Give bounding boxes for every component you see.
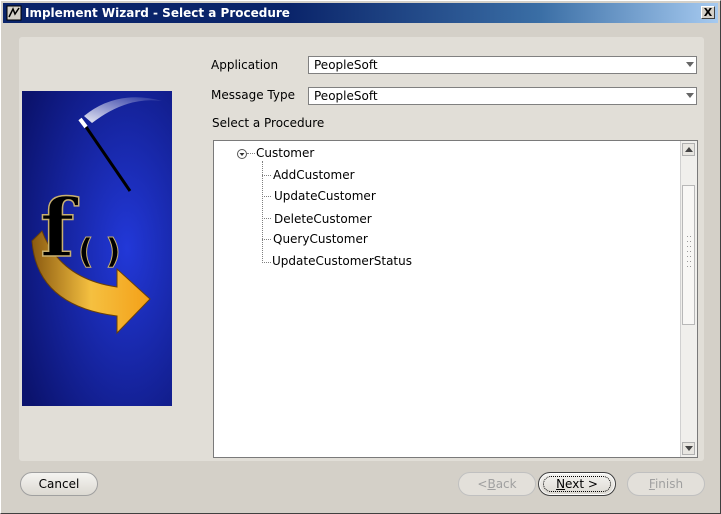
- message-type-value: PeopleSoft: [314, 89, 378, 103]
- tree-node-updatecustomer[interactable]: UpdateCustomer: [274, 189, 376, 203]
- graphic-f-glyph: f: [40, 181, 79, 275]
- finish-button[interactable]: Finish: [627, 472, 705, 496]
- back-mnemonic: B: [487, 477, 496, 491]
- tree-connector: [247, 153, 255, 154]
- back-button[interactable]: <Back: [458, 472, 536, 496]
- wizard-graphic: f ( ): [22, 91, 172, 406]
- app-icon: [6, 5, 22, 21]
- application-value: PeopleSoft: [314, 58, 378, 72]
- window-title: Implement Wizard - Select a Procedure: [25, 6, 290, 20]
- vertical-scrollbar[interactable]: [680, 141, 697, 457]
- tree-connector: [262, 218, 271, 219]
- chevron-down-icon: [686, 93, 694, 98]
- tree-node-addcustomer[interactable]: AddCustomer: [273, 168, 355, 182]
- message-type-label: Message Type: [211, 88, 295, 102]
- tree-expanded-icon[interactable]: [236, 148, 248, 160]
- tree-node-querycustomer[interactable]: QueryCustomer: [273, 232, 368, 246]
- title-bar[interactable]: Implement Wizard - Select a Procedure X: [3, 3, 718, 23]
- back-arrow-icon: <: [477, 477, 488, 491]
- back-label-rest: ack: [495, 477, 517, 491]
- tree-connector: [262, 262, 271, 263]
- message-type-select[interactable]: PeopleSoft: [308, 87, 697, 105]
- next-button[interactable]: Next >: [538, 472, 616, 496]
- tree-branch-line: [262, 161, 263, 263]
- scrollbar-thumb[interactable]: [682, 185, 695, 325]
- finish-label-rest: inish: [654, 477, 684, 491]
- application-label: Application: [211, 58, 279, 72]
- scroll-up-icon[interactable]: [682, 143, 695, 156]
- tree-node-updatecustomerstatus[interactable]: UpdateCustomerStatus: [272, 254, 412, 268]
- close-icon[interactable]: X: [701, 6, 715, 19]
- graphic-parens-glyph: ( ): [78, 232, 121, 272]
- chevron-down-icon: [686, 62, 694, 67]
- tree-connector: [262, 239, 271, 240]
- procedure-label: Select a Procedure: [212, 116, 325, 130]
- focus-ring: [543, 476, 611, 492]
- tree-node-deletecustomer[interactable]: DeleteCustomer: [274, 212, 372, 226]
- implement-wizard-window: Implement Wizard - Select a Procedure X …: [0, 0, 721, 514]
- procedure-tree[interactable]: Customer AddCustomer UpdateCustomer Dele…: [213, 140, 698, 458]
- application-select[interactable]: PeopleSoft: [308, 56, 697, 74]
- tree-node-customer[interactable]: Customer: [256, 146, 314, 160]
- tree-connector: [262, 196, 271, 197]
- cancel-button[interactable]: Cancel: [20, 472, 98, 496]
- tree-connector: [262, 175, 271, 176]
- scroll-down-icon[interactable]: [682, 442, 695, 455]
